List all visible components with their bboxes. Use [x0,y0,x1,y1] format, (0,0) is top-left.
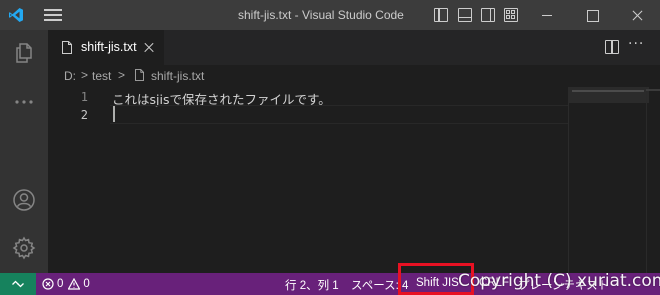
breadcrumb-folder[interactable]: test [92,69,111,83]
maximize-button[interactable] [569,0,615,30]
customize-layout-icon[interactable] [504,8,518,22]
error-count: 0 [57,278,64,290]
minimap-border [568,87,569,273]
code-editor[interactable]: 1 2 これはsjisで保存されたファイルです。 [48,87,660,273]
minimap-line [572,90,644,92]
toggle-panel-icon[interactable] [458,8,472,22]
breadcrumb: D: > test > shift-jis.txt [48,65,660,87]
line-number: 2 [80,108,88,122]
error-icon [42,278,54,290]
scroll-ruler-mark [646,89,660,91]
warning-count: 0 [83,278,90,290]
breadcrumb-separator: > [81,68,89,82]
toggle-secondary-sidebar-icon[interactable] [481,8,495,22]
warning-icon [68,278,81,290]
breadcrumb-file[interactable]: shift-jis.txt [151,69,204,83]
current-line-highlight [110,105,568,124]
minimize-button[interactable] [524,0,570,30]
tab-shift-jis-txt[interactable]: shift-jis.txt [48,30,164,65]
copyright-watermark: Copyright (C) xuriat.com [458,271,660,291]
activity-bar [0,30,48,273]
split-editor-icon[interactable] [605,40,619,54]
close-window-button[interactable] [614,0,660,30]
toggle-primary-sidebar-icon[interactable] [434,8,448,22]
problems-indicator[interactable]: 0 0 [42,277,90,291]
breadcrumb-drive[interactable]: D: [64,69,76,83]
vertical-scrollbar[interactable] [646,87,660,273]
editor-tab-bar: shift-jis.txt ··· [48,30,660,65]
file-icon [62,41,72,54]
close-tab-icon[interactable] [144,42,154,52]
file-icon [135,69,144,81]
remote-icon [12,280,24,288]
cursor-position[interactable]: 行 2、列 1 [285,277,339,293]
tab-label: shift-jis.txt [81,40,137,54]
text-cursor [113,106,115,122]
window-title: shift-jis.txt - Visual Studio Code [238,8,404,22]
files-icon[interactable] [12,41,36,65]
more-actions-icon[interactable]: ··· [628,36,644,52]
account-icon[interactable] [12,188,36,212]
vscode-logo-icon[interactable] [8,7,24,23]
title-bar: shift-jis.txt - Visual Studio Code [0,0,660,30]
hamburger-menu-icon[interactable] [44,9,62,21]
vscode-window: shift-jis.txt - Visual Studio Code shift… [0,0,660,295]
breadcrumb-separator: > [118,68,126,82]
more-icon[interactable] [12,90,36,114]
remote-indicator[interactable] [0,273,36,295]
gear-icon[interactable] [12,236,36,260]
line-number: 1 [80,90,88,104]
